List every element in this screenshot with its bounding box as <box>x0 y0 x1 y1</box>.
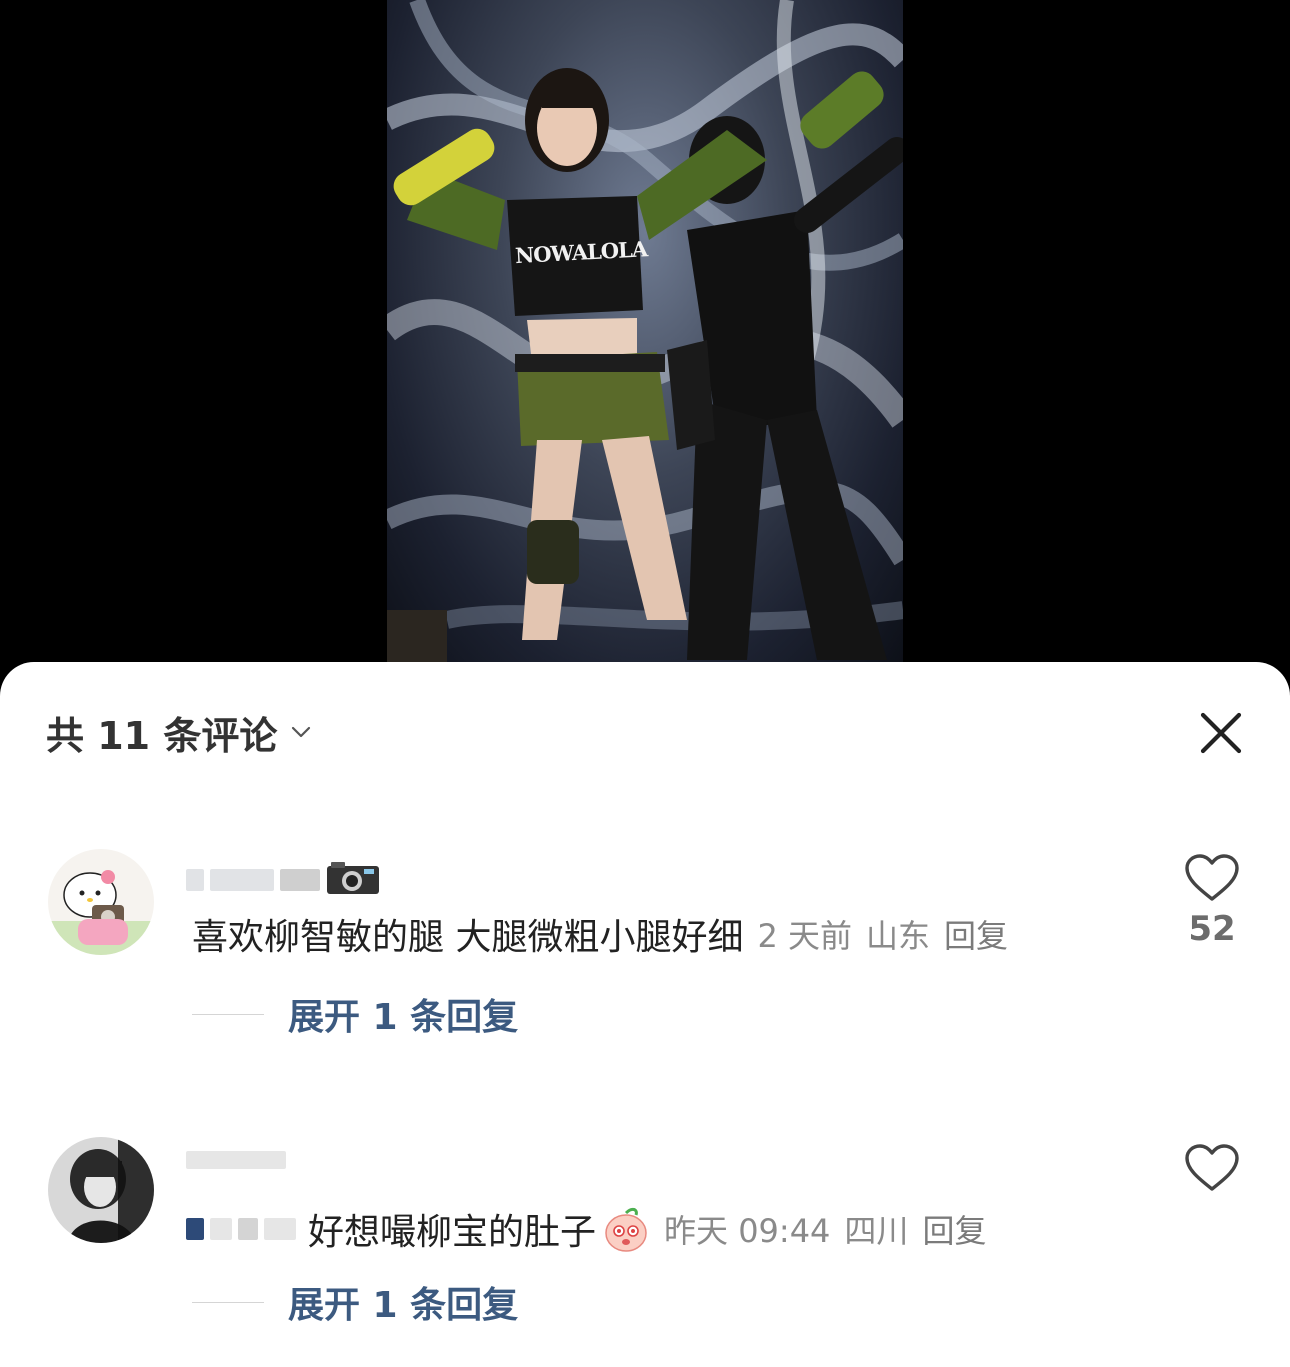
video-frame[interactable]: NOWALOLA <box>387 0 903 662</box>
like-count: 52 <box>1188 909 1236 949</box>
close-icon[interactable] <box>1196 708 1246 758</box>
peach-emoji-icon <box>602 1205 650 1253</box>
avatar[interactable] <box>48 1137 154 1243</box>
video-scene <box>387 0 903 662</box>
reply-button[interactable]: 回复 <box>944 911 1008 957</box>
comment-time: 2 天前 <box>757 917 852 955</box>
comments-sheet: 共 11 条评论 喜欢柳智敏的腿 大腿微粗小腿好细 2 天前 山东 回复 52 … <box>0 662 1290 1367</box>
expand-replies-label: 展开 1 条回复 <box>288 997 519 1038</box>
blurred-username-part <box>280 869 320 891</box>
blurred-username-part <box>210 1218 232 1240</box>
expand-replies-button[interactable]: 展开 1 条回复 <box>192 989 518 1039</box>
blurred-username-part <box>186 1218 204 1240</box>
camera-icon <box>326 860 380 900</box>
blurred-username-part <box>186 1151 286 1169</box>
comments-header[interactable]: 共 11 条评论 <box>46 702 317 762</box>
comment-body[interactable]: 好想嘬柳宝的肚子 昨天 09:44 四川 回复 <box>186 1203 986 1255</box>
reply-button[interactable]: 回复 <box>922 1206 986 1252</box>
username[interactable] <box>186 1141 292 1179</box>
heart-outline-icon[interactable] <box>1184 1143 1240 1193</box>
comments-count-title: 共 11 条评论 <box>46 713 278 758</box>
chevron-down-icon[interactable] <box>289 718 317 746</box>
avatar[interactable] <box>48 849 154 955</box>
blurred-username-part <box>238 1218 258 1240</box>
blurred-username-part <box>186 869 204 891</box>
comment-location: 四川 <box>844 1212 909 1250</box>
comment-body[interactable]: 喜欢柳智敏的腿 大腿微粗小腿好细 2 天前 山东 回复 <box>192 909 1008 959</box>
divider-line <box>192 1301 264 1303</box>
username[interactable] <box>186 861 380 899</box>
expand-replies-label: 展开 1 条回复 <box>288 1285 519 1326</box>
video-player[interactable]: NOWALOLA <box>0 0 1290 662</box>
blurred-username-part <box>210 869 274 891</box>
heart-outline-icon[interactable] <box>1184 853 1240 903</box>
expand-replies-button[interactable]: 展开 1 条回复 <box>192 1277 518 1327</box>
comment-text: 好想嘬柳宝的肚子 <box>308 1212 597 1253</box>
blurred-username-part <box>264 1218 296 1240</box>
comment-location: 山东 <box>866 917 931 955</box>
comment-text: 喜欢柳智敏的腿 大腿微粗小腿好细 <box>192 917 744 958</box>
divider-line <box>192 1013 264 1015</box>
comment-time: 昨天 09:44 <box>664 1212 831 1250</box>
